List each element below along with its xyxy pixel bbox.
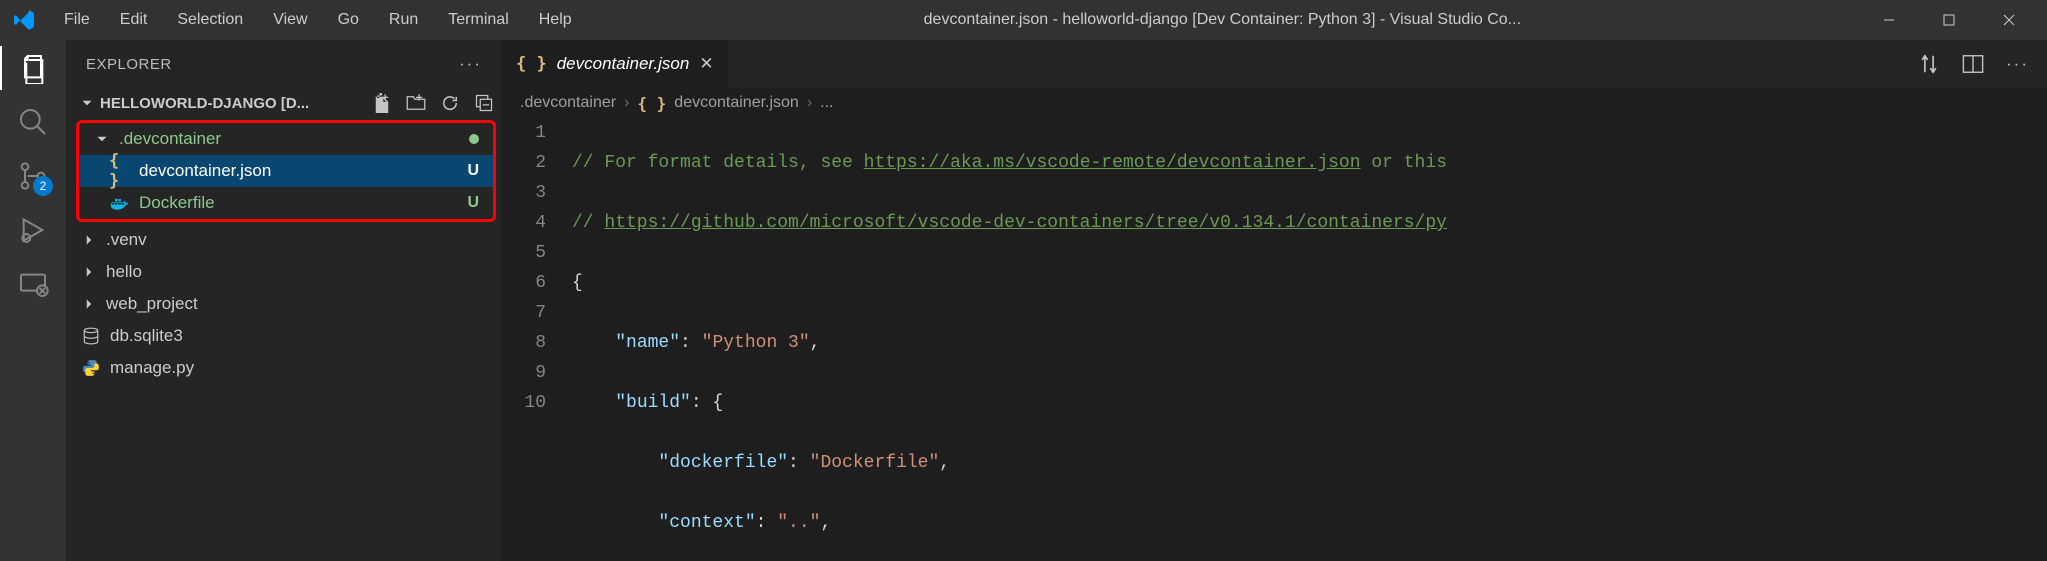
tree-label: web_project (106, 294, 488, 314)
git-status: U (467, 162, 479, 180)
tabbar: { } devcontainer.json ✕ ··· (502, 40, 2047, 88)
tab-label: devcontainer.json (557, 54, 690, 74)
tree-label: hello (106, 262, 488, 282)
tab-close-icon[interactable]: ✕ (699, 54, 713, 74)
tree-folder-devcontainer[interactable]: .devcontainer (79, 123, 493, 155)
window-title: devcontainer.json - helloworld-django [D… (590, 11, 1855, 29)
menu-file[interactable]: File (50, 5, 104, 35)
json-icon: { } (516, 54, 547, 74)
json-icon: { } (637, 94, 666, 113)
tree-folder-venv[interactable]: .venv (66, 224, 502, 256)
chevron-right-icon (80, 263, 98, 281)
tree-file-devcontainer-json[interactable]: { } devcontainer.json U (79, 155, 493, 187)
tree-file-db[interactable]: db.sqlite3 (66, 320, 502, 352)
close-button[interactable] (1979, 0, 2039, 40)
tree-label: devcontainer.json (139, 161, 459, 181)
new-file-icon[interactable] (372, 93, 392, 113)
json-icon: { } (109, 151, 131, 191)
source-control-icon[interactable]: 2 (17, 160, 49, 192)
code-content[interactable]: // For format details, see https://aka.m… (572, 118, 2047, 561)
chevron-right-icon: › (807, 94, 812, 112)
tree-folder-hello[interactable]: hello (66, 256, 502, 288)
search-icon[interactable] (17, 106, 49, 138)
tree-label: .devcontainer (119, 129, 461, 149)
maximize-button[interactable] (1919, 0, 1979, 40)
menu-help[interactable]: Help (525, 5, 586, 35)
menu-view[interactable]: View (259, 5, 321, 35)
docker-icon (110, 195, 130, 211)
database-icon (82, 327, 100, 345)
chevron-down-icon (93, 130, 111, 148)
explorer-icon[interactable] (17, 52, 49, 84)
menu-go[interactable]: Go (324, 5, 373, 35)
line-number-gutter: 1 2 3 4 5 6 7 8 9 10 (502, 118, 572, 561)
new-folder-icon[interactable] (406, 93, 426, 113)
sidebar-more-icon[interactable]: ··· (459, 54, 482, 74)
minimize-button[interactable] (1859, 0, 1919, 40)
tab-devcontainer-json[interactable]: { } devcontainer.json ✕ (502, 40, 729, 88)
compare-changes-icon[interactable] (1918, 53, 1940, 75)
workspace-name: HELLOWORLD-DJANGO [D... (100, 95, 309, 112)
breadcrumb-file[interactable]: devcontainer.json (674, 94, 799, 112)
highlighted-devcontainer-group: .devcontainer { } devcontainer.json U Do… (76, 120, 496, 222)
chevron-right-icon (80, 295, 98, 313)
split-editor-icon[interactable] (1962, 53, 1984, 75)
refresh-icon[interactable] (440, 93, 460, 113)
scm-badge: 2 (33, 176, 53, 196)
breadcrumb-folder[interactable]: .devcontainer (520, 94, 616, 112)
breadcrumb-trail: ... (820, 94, 833, 112)
tree-folder-web-project[interactable]: web_project (66, 288, 502, 320)
tree-file-dockerfile[interactable]: Dockerfile U (79, 187, 493, 219)
chevron-right-icon: › (624, 94, 629, 112)
tree-label: .venv (106, 230, 488, 250)
folder-section-header[interactable]: HELLOWORLD-DJANGO [D... (66, 88, 502, 118)
editor-area: { } devcontainer.json ✕ ··· .devcontaine… (502, 40, 2047, 561)
run-debug-icon[interactable] (17, 214, 49, 246)
chevron-down-icon (78, 94, 96, 112)
code-editor[interactable]: 1 2 3 4 5 6 7 8 9 10 // For format detai… (502, 118, 2047, 561)
menu-terminal[interactable]: Terminal (434, 5, 522, 35)
menubar: File Edit Selection View Go Run Terminal… (50, 5, 586, 35)
chevron-right-icon (80, 231, 98, 249)
titlebar: File Edit Selection View Go Run Terminal… (0, 0, 2047, 40)
activitybar: 2 (0, 40, 66, 561)
python-icon (82, 359, 100, 377)
explorer-sidebar: EXPLORER ··· HELLOWORLD-DJANGO [D... .de… (66, 40, 502, 561)
breadcrumbs[interactable]: .devcontainer › { } devcontainer.json › … (502, 88, 2047, 118)
remote-icon[interactable] (17, 268, 49, 300)
modified-dot-icon (469, 134, 479, 144)
tree-file-manage-py[interactable]: manage.py (66, 352, 502, 384)
window-controls (1859, 0, 2039, 40)
menu-edit[interactable]: Edit (106, 5, 162, 35)
sidebar-title: EXPLORER (86, 56, 172, 73)
editor-more-icon[interactable]: ··· (2006, 54, 2029, 74)
git-status: U (467, 194, 479, 212)
tree-label: db.sqlite3 (110, 326, 488, 346)
vscode-logo-icon (12, 8, 36, 32)
tree-label: Dockerfile (139, 193, 459, 213)
menu-selection[interactable]: Selection (163, 5, 257, 35)
menu-run[interactable]: Run (375, 5, 432, 35)
collapse-all-icon[interactable] (474, 93, 494, 113)
tree-label: manage.py (110, 358, 488, 378)
